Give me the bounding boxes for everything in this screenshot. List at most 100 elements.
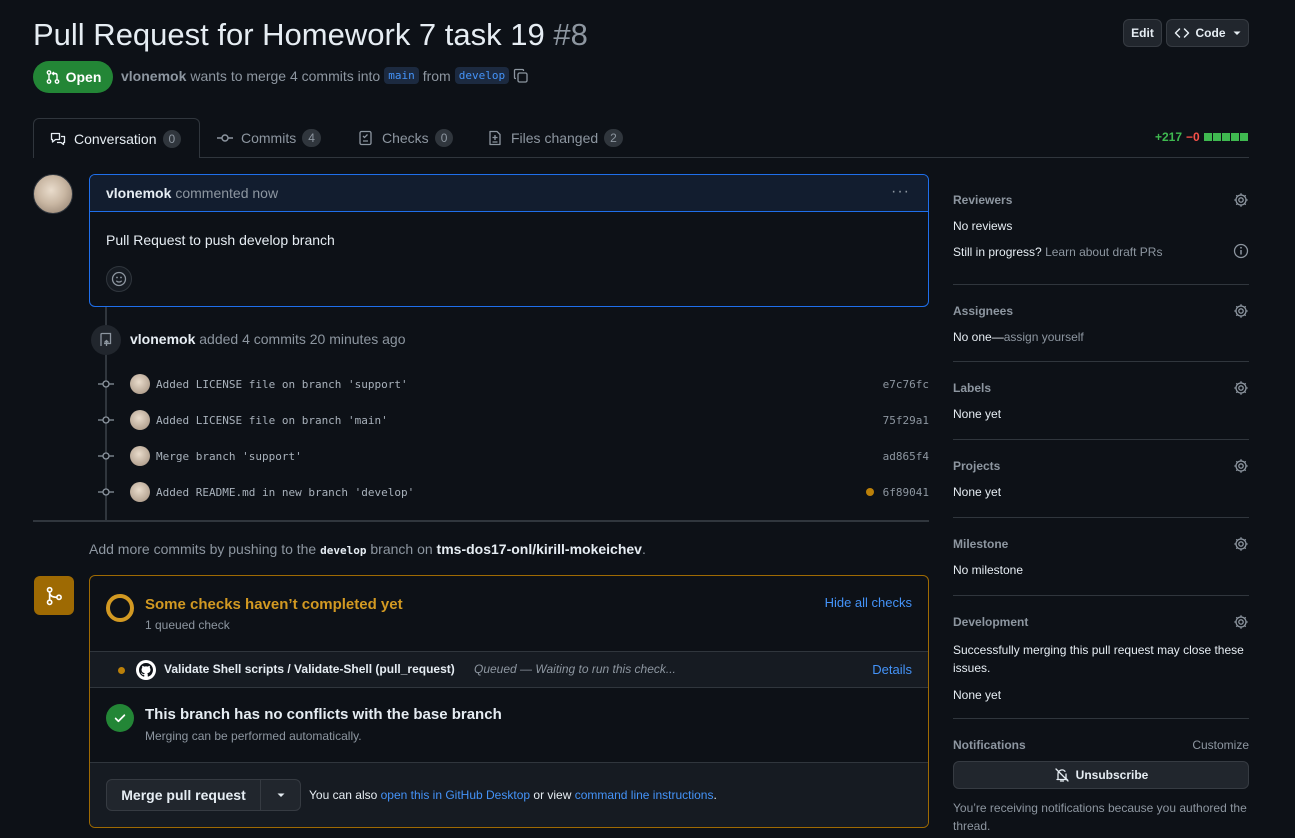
github-actions-avatar xyxy=(136,660,156,680)
commit-avatar[interactable] xyxy=(130,446,150,466)
gear-icon[interactable] xyxy=(1233,380,1249,396)
pending-status-dot[interactable] xyxy=(866,488,874,496)
commit-icon xyxy=(98,452,114,460)
labels-label[interactable]: Labels xyxy=(953,381,991,395)
base-branch[interactable]: main xyxy=(384,67,419,84)
commit-row: Added README.md in new branch 'develop' … xyxy=(96,474,929,510)
gear-icon[interactable] xyxy=(1233,536,1249,552)
reviewers-label[interactable]: Reviewers xyxy=(953,193,1012,207)
comment-header: vlonemok commented now ··· xyxy=(90,175,928,212)
merge-box: Some checks haven’t completed yet 1 queu… xyxy=(89,575,929,828)
sidebar-assignees: Assignees No one—assign yourself xyxy=(953,285,1249,361)
commit-message[interactable]: Added README.md in new branch 'develop' xyxy=(156,486,414,499)
commit-avatar[interactable] xyxy=(130,410,150,430)
development-value: None yet xyxy=(953,688,1002,702)
reviewers-value: No reviews xyxy=(953,219,1013,233)
pull-request-icon xyxy=(46,70,60,84)
status-badge: Open xyxy=(33,61,113,93)
info-icon[interactable] xyxy=(1233,243,1249,259)
comment-discussion-icon xyxy=(50,132,66,145)
draft-hint: Still in progress? Learn about draft PRs xyxy=(953,245,1163,259)
sidebar-reviewers: Reviewers No reviews Still in progress? … xyxy=(953,174,1249,284)
merge-info: vlonemok wants to merge 4 commits into m… xyxy=(121,67,529,84)
github-desktop-link[interactable]: open this in GitHub Desktop xyxy=(381,788,530,802)
avatar[interactable] xyxy=(33,174,73,214)
comment-time[interactable]: commented now xyxy=(175,185,278,201)
notifications-label: Notifications xyxy=(953,738,1026,752)
push-event-badge xyxy=(91,325,121,355)
milestone-label[interactable]: Milestone xyxy=(953,537,1008,551)
merge-actions: Merge pull request You can also open thi… xyxy=(90,763,928,827)
comment-author[interactable]: vlonemok xyxy=(106,185,171,201)
merge-status-icon xyxy=(34,576,74,615)
commit-message[interactable]: Added LICENSE file on branch 'support' xyxy=(156,378,408,391)
conflict-title: This branch has no conflicts with the ba… xyxy=(145,706,502,723)
commit-avatar[interactable] xyxy=(130,482,150,502)
code-button[interactable]: Code xyxy=(1166,19,1249,47)
commit-sha[interactable]: 6f89041 xyxy=(883,486,929,499)
development-label[interactable]: Development xyxy=(953,615,1028,629)
repo-push-icon xyxy=(100,332,112,346)
diffstat: +217 −0 xyxy=(1155,130,1248,144)
tab-commits[interactable]: Commits 4 xyxy=(217,118,321,158)
code-icon xyxy=(1174,28,1189,38)
check-item: Validate Shell scripts / Validate-Shell … xyxy=(90,652,928,688)
customize-link[interactable]: Customize xyxy=(1192,738,1249,752)
checks-header: Some checks haven’t completed yet 1 queu… xyxy=(90,576,928,652)
gear-icon[interactable] xyxy=(1233,192,1249,208)
projects-label[interactable]: Projects xyxy=(953,459,1000,473)
commit-message[interactable]: Added LICENSE file on branch 'main' xyxy=(156,414,388,427)
tab-files-changed[interactable]: Files changed 2 xyxy=(487,118,623,158)
check-name[interactable]: Validate Shell scripts / Validate-Shell … xyxy=(164,662,455,676)
commit-list: Added LICENSE file on branch 'support' e… xyxy=(96,366,929,510)
commit-avatar[interactable] xyxy=(130,374,150,394)
merge-method-dropdown[interactable] xyxy=(260,779,301,811)
sidebar-milestone: Milestone No milestone xyxy=(953,518,1249,595)
commit-sha[interactable]: 75f29a1 xyxy=(883,414,929,427)
tabs-divider xyxy=(33,157,1249,158)
commit-message[interactable]: Merge branch 'support' xyxy=(156,450,302,463)
github-logo-icon xyxy=(139,663,153,677)
details-link[interactable]: Details xyxy=(872,662,912,677)
timeline-divider xyxy=(33,520,929,522)
commits-event-text: vlonemok added 4 commits 20 minutes ago xyxy=(130,331,406,347)
development-description: Successfully merging this pull request m… xyxy=(953,643,1244,675)
pr-number: #8 xyxy=(553,17,588,52)
assignees-label[interactable]: Assignees xyxy=(953,304,1013,318)
commit-sha[interactable]: ad865f4 xyxy=(883,450,929,463)
deletions-count: −0 xyxy=(1186,130,1200,144)
cli-instructions-link[interactable]: command line instructions xyxy=(575,788,714,802)
commit-row: Added LICENSE file on branch 'support' e… xyxy=(96,366,929,402)
bell-slash-icon xyxy=(1055,768,1069,782)
commit-row: Added LICENSE file on branch 'main' 75f2… xyxy=(96,402,929,438)
diffstat-blocks xyxy=(1203,133,1248,141)
hide-all-checks-link[interactable]: Hide all checks xyxy=(825,595,912,610)
gear-icon[interactable] xyxy=(1233,458,1249,474)
pr-author-link[interactable]: vlonemok xyxy=(121,68,186,84)
sidebar-notifications: Notifications Customize Unsubscribe You’… xyxy=(953,719,1249,838)
sidebar-projects: Projects None yet xyxy=(953,440,1249,517)
tab-conversation[interactable]: Conversation 0 xyxy=(33,118,200,158)
unsubscribe-button[interactable]: Unsubscribe xyxy=(953,761,1249,789)
add-reaction-button[interactable] xyxy=(106,266,132,292)
comment-box: vlonemok commented now ··· Pull Request … xyxy=(89,174,929,307)
kebab-menu-icon[interactable]: ··· xyxy=(891,183,910,201)
tab-checks[interactable]: Checks 0 xyxy=(358,118,454,158)
commits-event-author[interactable]: vlonemok xyxy=(130,331,195,347)
head-branch[interactable]: develop xyxy=(454,67,510,84)
copy-icon[interactable] xyxy=(513,68,529,84)
page-title: Pull Request for Homework 7 task 19 xyxy=(33,17,545,52)
sidebar: Reviewers No reviews Still in progress? … xyxy=(953,174,1249,838)
assignees-value: No one—assign yourself xyxy=(953,330,1084,344)
milestone-value: No milestone xyxy=(953,563,1024,577)
repo-link[interactable]: tms-dos17-onl/kirill-mokeichev xyxy=(437,541,642,557)
gear-icon[interactable] xyxy=(1233,303,1249,319)
push-hint: Add more commits by pushing to the devel… xyxy=(89,541,646,557)
gear-icon[interactable] xyxy=(1233,614,1249,630)
checks-title: Some checks haven’t completed yet xyxy=(145,596,403,613)
commit-sha[interactable]: e7c76fc xyxy=(883,378,929,391)
assign-yourself-link[interactable]: assign yourself xyxy=(1004,330,1084,344)
draft-prs-link[interactable]: Learn about draft PRs xyxy=(1045,245,1162,259)
merge-pull-request-button[interactable]: Merge pull request xyxy=(106,779,261,811)
edit-button[interactable]: Edit xyxy=(1123,19,1162,47)
